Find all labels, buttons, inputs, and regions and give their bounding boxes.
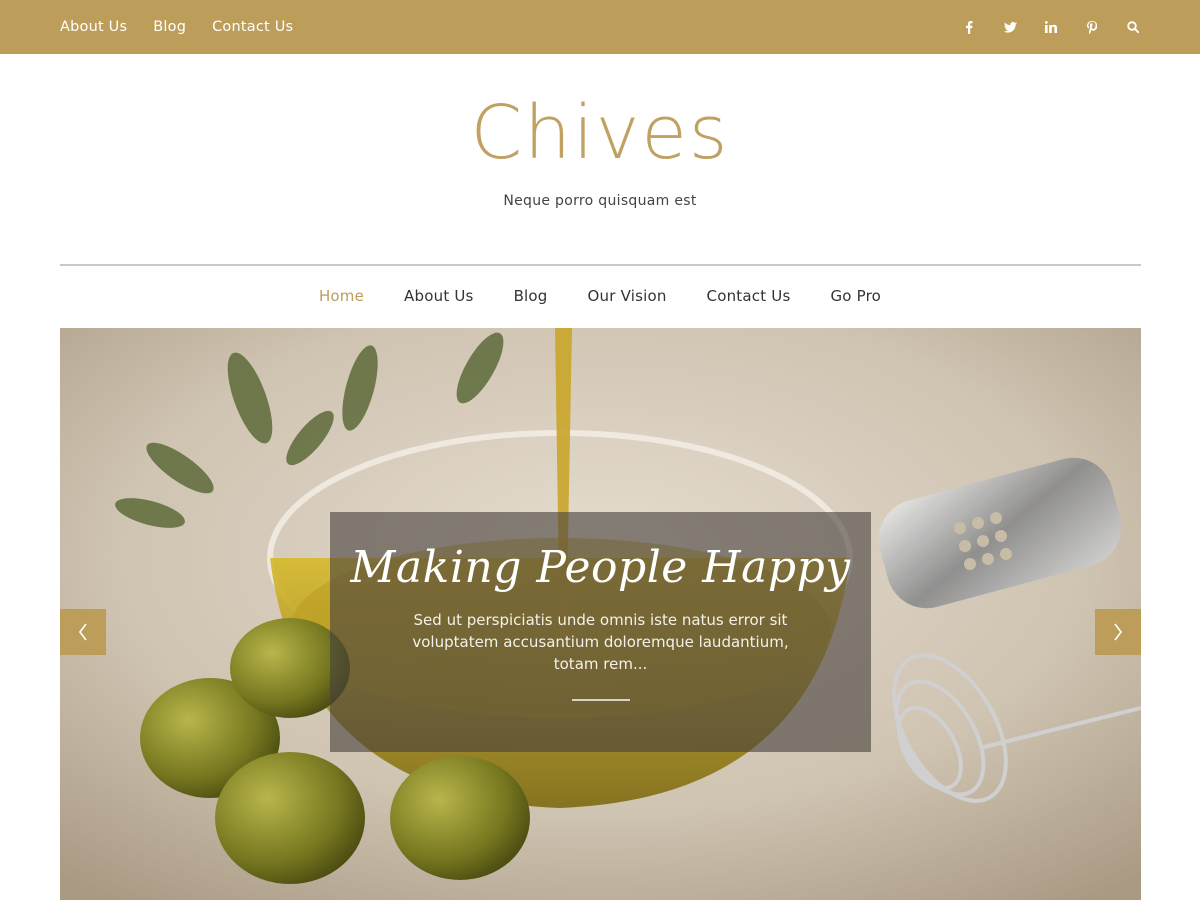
- nav-item-blog[interactable]: Blog: [514, 287, 548, 305]
- site-branding: Chives Neque porro quisquam est: [0, 96, 1200, 209]
- top-link-about-us[interactable]: About Us: [60, 19, 127, 35]
- slide-divider: [571, 699, 630, 701]
- nav-item-our-vision[interactable]: Our Vision: [588, 287, 667, 305]
- social-icons: [935, 0, 1140, 54]
- top-navigation: About Us Blog Contact Us: [60, 0, 319, 54]
- slide-title: Making People Happy: [350, 542, 851, 593]
- site-tagline: Neque porro quisquam est: [503, 193, 697, 209]
- top-bar: About Us Blog Contact Us: [0, 0, 1200, 54]
- nav-item-home[interactable]: Home: [319, 287, 364, 305]
- main-navigation: Home About Us Blog Our Vision Contact Us…: [0, 280, 1200, 312]
- header-divider: [60, 264, 1141, 266]
- facebook-icon[interactable]: [962, 20, 976, 34]
- hero-slider: Making People Happy Sed ut perspiciatis …: [60, 328, 1141, 900]
- twitter-icon[interactable]: [1003, 20, 1017, 34]
- site-title[interactable]: Chives: [470, 96, 729, 170]
- nav-item-about-us[interactable]: About Us: [404, 287, 474, 305]
- pinterest-icon[interactable]: [1085, 20, 1099, 34]
- slide-excerpt: Sed ut perspiciatis unde omnis iste natu…: [412, 611, 789, 673]
- top-link-contact-us[interactable]: Contact Us: [212, 19, 293, 35]
- slider-next-button[interactable]: [1095, 609, 1141, 655]
- chevron-left-icon: [79, 623, 87, 641]
- slider-prev-button[interactable]: [60, 609, 106, 655]
- slide-caption: Making People Happy Sed ut perspiciatis …: [330, 512, 871, 752]
- linkedin-icon[interactable]: [1044, 20, 1058, 34]
- chevron-right-icon: [1114, 623, 1122, 641]
- search-icon[interactable]: [1126, 20, 1140, 34]
- nav-item-contact-us[interactable]: Contact Us: [707, 287, 791, 305]
- nav-item-go-pro[interactable]: Go Pro: [830, 287, 881, 305]
- top-link-blog[interactable]: Blog: [153, 19, 186, 35]
